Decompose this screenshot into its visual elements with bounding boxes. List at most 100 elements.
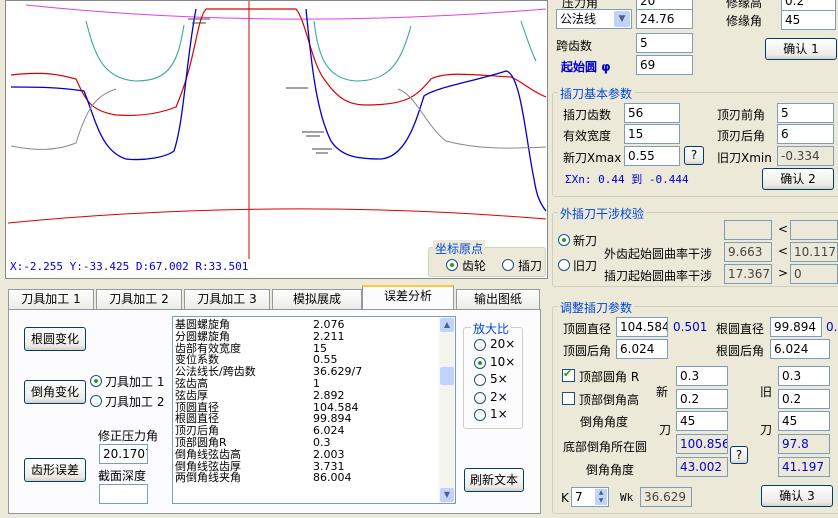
wk-label: Wk xyxy=(620,491,634,504)
old-chamfer-angle-field[interactable]: 45 xyxy=(778,411,830,431)
relief-angle-field[interactable]: 6 xyxy=(777,124,834,144)
cutter2-radio[interactable] xyxy=(90,395,102,407)
tip-diameter-delta: 0.501 xyxy=(673,320,708,334)
gear-tooth-grey xyxy=(10,88,547,150)
wk-field: 36.629 xyxy=(640,487,692,507)
bottom-angle-old-field: 41.197 xyxy=(778,457,830,477)
cutter-interference-cmp: > xyxy=(778,266,789,280)
new-xmax-field[interactable]: 0.55 xyxy=(624,146,680,166)
scroll-thumb[interactable] xyxy=(440,367,454,385)
tab-simulation[interactable]: 模拟展成 xyxy=(272,289,362,309)
tab-error-analysis[interactable]: 误差分析 xyxy=(362,285,454,310)
list-scrollbar[interactable]: ▲ ▼ xyxy=(439,317,455,503)
spin-down-icon[interactable]: ▼ xyxy=(595,497,607,505)
refresh-text-button[interactable]: 刷新文本 xyxy=(464,468,524,492)
new-tip-round-field[interactable]: 0.3 xyxy=(676,366,728,386)
origin-gear-radio[interactable] xyxy=(446,259,458,271)
trim-angle-label: 修缘角 xyxy=(726,14,763,28)
new-cutter-radio[interactable] xyxy=(558,234,570,246)
new-chamfer-height-field[interactable]: 0.2 xyxy=(676,389,728,409)
parameter-listbox[interactable]: 基圆螺旋角 2.076 分圆螺旋角 2.211 齿部有效宽度 15 变位系数 0.55 公法线长… xyxy=(172,316,456,504)
origin-cutter-label: 插刀 xyxy=(518,259,543,273)
xmax-help-button[interactable]: ? xyxy=(684,146,704,165)
plot-canvas[interactable]: X:-2.255 Y:-33.425 D:67.002 R:33.501 坐标原… xyxy=(5,0,548,279)
root-relief-field[interactable]: 6.024 xyxy=(770,339,830,359)
rake-angle-field[interactable]: 5 xyxy=(777,103,834,123)
cutter-teeth-field[interactable]: 56 xyxy=(624,103,680,123)
tab-cutter-2[interactable]: 刀具加工 2 xyxy=(96,289,182,309)
list-item-name: 两倒角线夹角 xyxy=(175,471,241,485)
list-item-value: 36.629/7 xyxy=(313,365,363,379)
section-depth-field[interactable] xyxy=(99,484,148,504)
new-xmax-label: 新刀Xmax xyxy=(563,151,622,165)
k-spin-field[interactable]: 7 ▲ ▼ xyxy=(571,487,609,507)
confirm-2-button[interactable]: 确认 2 xyxy=(762,168,834,190)
tab-cutter-1[interactable]: 刀具加工 1 xyxy=(8,289,94,309)
zoom-radio[interactable] xyxy=(474,391,486,404)
start-circle-field[interactable]: 69 xyxy=(636,55,693,75)
corr-angle-field[interactable]: 20.1707 xyxy=(99,444,148,464)
bottom-help-button[interactable]: ? xyxy=(730,446,748,464)
button-label: 确认 2 xyxy=(780,172,816,186)
new-column-label-2: 刀 xyxy=(659,423,672,437)
cutter-teeth-label: 插刀齿数 xyxy=(563,108,612,122)
tooth-error-button[interactable]: 齿形误差 xyxy=(24,458,86,482)
effective-width-field[interactable]: 15 xyxy=(624,124,680,144)
old-tip-round-field[interactable]: 0.3 xyxy=(778,366,830,386)
tab-cutter-3[interactable]: 刀具加工 3 xyxy=(184,289,270,309)
measure-value-field[interactable]: 24.76 xyxy=(636,9,693,29)
k-value: 7 xyxy=(575,490,583,504)
tip-relief-label: 顶圆后角 xyxy=(563,344,612,358)
bottom-circle-old-field: 97.8 xyxy=(778,434,830,454)
chevron-down-icon[interactable]: ▼ xyxy=(614,11,630,27)
button-label: 刷新文本 xyxy=(469,473,518,487)
list-item-value: 2.211 xyxy=(313,329,345,343)
root-diameter-delta: 0.8 xyxy=(826,320,838,334)
ext-interference-limit: 10.117 xyxy=(790,242,838,262)
cutter1-radio[interactable] xyxy=(90,375,102,387)
tab-label: 误差分析 xyxy=(383,289,432,303)
zoom-radio[interactable] xyxy=(474,339,486,351)
zoom-radio[interactable] xyxy=(474,374,486,386)
tip-diameter-field[interactable]: 104.584 xyxy=(616,317,668,337)
gear-tooth-red xyxy=(10,8,547,116)
tab-label: 刀具加工 2 xyxy=(109,292,169,306)
old-chamfer-height-field[interactable]: 0.2 xyxy=(778,389,830,409)
relief-angle-label: 顶刃后角 xyxy=(717,129,766,143)
spin-up-icon[interactable]: ▲ xyxy=(595,489,607,497)
origin-gear-label: 齿轮 xyxy=(462,259,487,273)
sum-xn-text: ΣXn: 0.44 到 -0.444 xyxy=(565,173,689,186)
measure-select[interactable]: 公法线 ▼ xyxy=(556,9,632,29)
tip-relief-field[interactable]: 6.024 xyxy=(616,339,668,359)
zoom-radio[interactable] xyxy=(474,409,486,421)
button-label: 确认 3 xyxy=(779,489,815,503)
list-item[interactable]: 公法线长/跨齿数 36.629/7 xyxy=(175,366,437,378)
origin-cutter-radio[interactable] xyxy=(502,259,514,271)
old-cutter-label: 旧刀 xyxy=(573,259,598,273)
adjust-group xyxy=(552,306,838,514)
old-cutter-radio[interactable] xyxy=(558,259,570,271)
trim-angle-field[interactable]: 45 xyxy=(781,10,836,30)
list-item[interactable]: 两倒角线夹角 86.004 xyxy=(175,472,437,484)
new-chamfer-angle-field[interactable]: 45 xyxy=(676,411,728,431)
tip-round-checkbox[interactable] xyxy=(562,367,575,382)
zoom-label: 20× xyxy=(490,337,516,351)
root-diameter-field[interactable]: 99.894 xyxy=(770,317,822,337)
root-relief-label: 根圆后角 xyxy=(716,344,765,358)
span-teeth-field[interactable]: 5 xyxy=(636,33,693,53)
ext-interference-cmp: < xyxy=(778,244,789,258)
tab-output-drawing[interactable]: 输出图纸 xyxy=(456,289,540,309)
confirm-3-button[interactable]: 确认 3 xyxy=(761,485,833,507)
old-xmin-label: 旧刀Xmin xyxy=(717,151,772,165)
list-item[interactable]: 弦齿高 1 xyxy=(175,378,437,390)
zoom-radio[interactable] xyxy=(474,356,486,369)
chamfer-change-button[interactable]: 倒角变化 xyxy=(24,380,86,404)
scroll-up-button[interactable]: ▲ xyxy=(440,318,454,332)
root-change-button[interactable]: 根圆变化 xyxy=(24,327,86,351)
tip-chamfer-checkbox[interactable] xyxy=(562,392,575,405)
ext-interference-field: 9.663 xyxy=(724,242,772,262)
new-cutter-label: 新刀 xyxy=(573,234,598,248)
scroll-down-button[interactable]: ▼ xyxy=(440,488,454,502)
confirm-1-button[interactable]: 确认 1 xyxy=(765,38,837,60)
old-xmin-field: -0.334 xyxy=(777,146,834,166)
